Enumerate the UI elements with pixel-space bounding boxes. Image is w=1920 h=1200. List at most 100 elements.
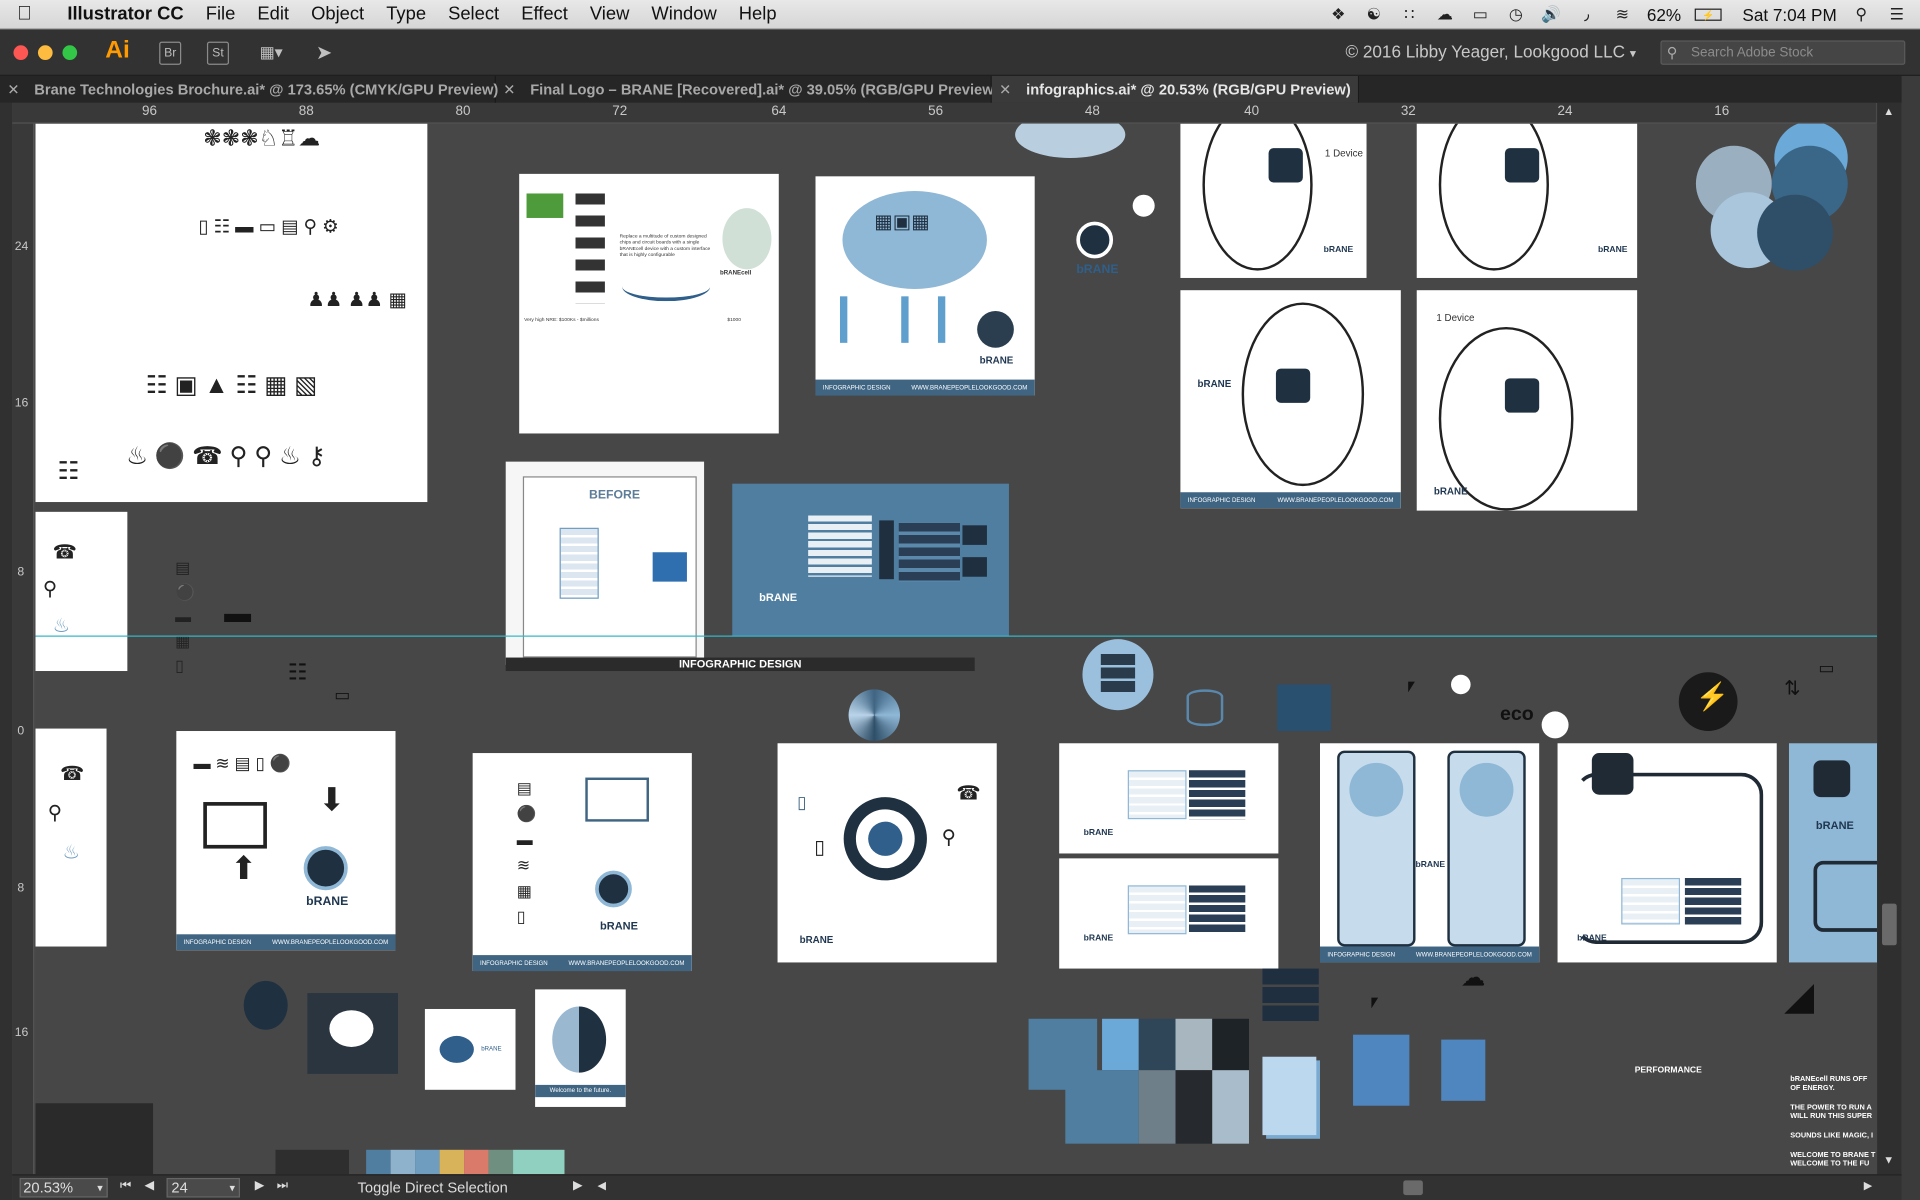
artboard-footer: INFOGRAPHIC DESIGN WWW.BRANEPEOPLELOOKGOO… — [1320, 946, 1540, 963]
dropbox-icon[interactable]: ❖ — [1327, 5, 1349, 23]
artboard-radiation-partial[interactable]: bRANE — [1788, 743, 1878, 963]
color-palette-strip — [366, 1149, 565, 1175]
artboard-device-1[interactable]: 1 Device bRANE — [1180, 123, 1367, 278]
time-machine-icon[interactable]: ◷ — [1505, 5, 1527, 23]
minimize-window-button[interactable] — [37, 45, 53, 61]
artboard-after-small-2[interactable]: bRANE — [1059, 858, 1279, 969]
first-artboard-icon[interactable]: ⏮ — [120, 1179, 131, 1192]
creative-cloud-icon[interactable]: ☯ — [1363, 5, 1385, 23]
wifi-icon[interactable]: ≋ — [1611, 5, 1633, 23]
artboard-canvas[interactable]: ❃❃❃♘♖☁ ▯ ☷ ▬ ▭ ▤ ⚲ ⚙ ♟♟ ♟♟ ▦ ☷ ▣ ▲ ☷ ▦ ▧… — [35, 123, 1878, 1175]
device-label: 1 Device — [1436, 312, 1475, 324]
arrange-documents-icon[interactable]: ▦▾ — [260, 43, 297, 63]
mac-menu-bar:  Illustrator CC File Edit Object Type S… — [0, 0, 1920, 30]
nre-price: $1000 — [727, 315, 741, 323]
vertical-ruler[interactable]: 24 16 8 0 8 16 — [12, 123, 35, 1175]
search-adobe-stock-input[interactable]: Search Adobe Stock — [1660, 40, 1906, 65]
artboard-device-2[interactable]: bRANE — [1416, 123, 1638, 278]
last-artboard-icon[interactable]: ⏭ — [277, 1179, 288, 1192]
before-box — [652, 552, 687, 582]
bluetooth-icon[interactable]: ٫ — [1576, 5, 1598, 23]
artboard-logo-light[interactable]: bRANE — [424, 1008, 516, 1090]
artboard-number-field[interactable]: 24 ▾ — [166, 1177, 241, 1198]
palette-swatch — [488, 1149, 514, 1175]
tab-final-logo[interactable]: ✕ Final Logo – BRANE [Recovered].ai* @ 39… — [496, 75, 999, 103]
satellite-icon: ♨ — [52, 615, 71, 637]
vertical-scrollbar[interactable]: ▲ ▼ — [1877, 102, 1902, 1175]
artboard-dark-partial[interactable] — [35, 1103, 154, 1175]
artboard-power-outlet[interactable]: bRANE — [1557, 743, 1777, 963]
palette-swatch — [464, 1149, 489, 1175]
current-tool-label[interactable]: Toggle Direct Selection — [358, 1179, 508, 1196]
scroll-left-icon[interactable]: ◀ — [598, 1179, 606, 1192]
artboard-welcome[interactable]: Welcome to the future. — [535, 989, 626, 1107]
scroll-thumb[interactable] — [1403, 1180, 1423, 1196]
artboard-before[interactable]: BEFORE — [505, 461, 705, 665]
menu-select[interactable]: Select — [437, 4, 510, 25]
stock-button[interactable]: St — [206, 41, 229, 65]
menu-edit[interactable]: Edit — [246, 4, 300, 25]
notification-center-icon[interactable]: ☰ — [1886, 5, 1908, 23]
icloud-icon[interactable]: ☁ — [1434, 5, 1456, 23]
close-tab-icon[interactable]: ✕ — [7, 81, 19, 98]
swatch-8 — [1175, 1070, 1213, 1144]
close-tab-icon[interactable]: ✕ — [999, 81, 1011, 98]
clock[interactable]: Sat 7:04 PM — [1735, 5, 1836, 25]
artboard-sensor-ring[interactable]: ▯ ☎ ⚲ ▯ bRANE — [777, 743, 997, 963]
artboard-after-small-1[interactable]: bRANE — [1059, 743, 1279, 854]
artboard-chip-comparison[interactable]: Replace a multitude of custom designed c… — [519, 173, 779, 434]
bridge-button[interactable]: Br — [159, 41, 182, 65]
dark-strip — [275, 1149, 349, 1175]
artboard-power-comparison[interactable]: bRANE INFOGRAPHIC DESIGN WWW.BRANEPEOPLEL… — [1320, 743, 1540, 963]
tab-brochure[interactable]: ✕ Brane Technologies Brochure.ai* @ 173.6… — [0, 75, 498, 103]
application-bar: Ai Br St ▦▾ ➤ © 2016 Libby Yeager, Lookg… — [0, 29, 1920, 76]
artboard-device-4[interactable]: 1 Device bRANE — [1416, 290, 1638, 511]
partial-circle-logo — [1015, 123, 1126, 158]
grid-dots-icon[interactable]: ∷ — [1398, 5, 1420, 23]
horizontal-scrollbar[interactable]: ◀ ▶ — [595, 1179, 1875, 1196]
gpu-performance-icon[interactable]: ➤ — [316, 40, 332, 64]
close-tab-icon[interactable]: ✕ — [503, 81, 515, 98]
brane-label: bRANE — [481, 1045, 502, 1054]
artboard-device-list[interactable]: ▤ ⚫ ▬ ≋ ▦ ▯ bRANE INFOGRAPHIC DESIGN WWW.BRANE… — [472, 753, 692, 972]
scroll-down-icon[interactable]: ▼ — [1883, 1153, 1894, 1165]
server-badge-right — [1459, 762, 1514, 817]
app-menu[interactable]: Illustrator CC — [43, 4, 195, 25]
apple-icon[interactable]:  — [0, 3, 43, 25]
spotlight-search-icon[interactable]: ⚲ — [1850, 5, 1872, 23]
artboard-cloud-infographic[interactable]: ▦▣▦ bRANE INFOGRAPHIC DESIGN WWW.BRANEPEO… — [815, 176, 1035, 396]
close-window-button[interactable] — [13, 45, 29, 61]
artboard-after-diagram[interactable]: bRANE — [732, 483, 1009, 636]
battery-percent[interactable]: 62% — [1647, 5, 1681, 25]
artboard-home-automation[interactable]: ▬ ≋ ▤ ▯ ⚫ ⬇ ⬆ bRANE INFOGRAPHIC DESIGN WW… — [176, 731, 396, 951]
status-menu-icon[interactable]: ▶ — [573, 1179, 582, 1192]
scroll-up-icon[interactable]: ▲ — [1883, 105, 1894, 117]
menu-window[interactable]: Window — [640, 4, 727, 25]
artboard-device-3[interactable]: bRANE INFOGRAPHIC DESIGN WWW.BRANEPEOPLEL… — [1180, 290, 1401, 509]
next-artboard-icon[interactable]: ▶ — [255, 1179, 264, 1192]
menu-effect[interactable]: Effect — [510, 4, 579, 25]
zoom-field[interactable]: 20.53% ▾ — [19, 1177, 108, 1198]
menu-help[interactable]: Help — [728, 4, 788, 25]
artboard-sensors-strip-2[interactable]: ☎ ⚲ ♨ — [35, 728, 107, 947]
menu-file[interactable]: File — [195, 4, 247, 25]
scroll-right-icon[interactable]: ▶ — [1864, 1179, 1872, 1192]
tab-infographics[interactable]: ✕ infographics.ai* @ 20.53% (RGB/GPU Prev… — [991, 75, 1360, 103]
menu-view[interactable]: View — [579, 4, 641, 25]
artboard-icon-sheet[interactable]: ❃❃❃♘♖☁ ▯ ☷ ▬ ▭ ▤ ⚲ ⚙ ♟♟ ♟♟ ▦ ☷ ▣ ▲ ☷ ▦ ▧… — [35, 123, 428, 503]
horizontal-ruler[interactable]: 96 88 80 72 64 56 48 40 32 24 16 — [12, 102, 1876, 124]
battery-icon[interactable]: ⚡ — [1694, 8, 1722, 21]
brain-outline — [1438, 326, 1574, 511]
dark-list — [1684, 877, 1742, 925]
maximize-window-button[interactable] — [62, 45, 78, 61]
airplay-icon[interactable]: ▭ — [1469, 5, 1491, 23]
artboard-sensors-strip[interactable]: ☎ ⚲ ♨ — [35, 511, 128, 672]
scroll-thumb[interactable] — [1882, 903, 1897, 946]
menu-object[interactable]: Object — [300, 4, 375, 25]
workspace-switcher[interactable]: © 2016 Libby Yeager, Lookgood LLC ▾ — [1345, 42, 1635, 62]
menu-type[interactable]: Type — [375, 4, 437, 25]
artboard-logo-dark[interactable] — [307, 993, 398, 1074]
volume-icon[interactable]: 🔊 — [1540, 5, 1562, 23]
previous-artboard-icon[interactable]: ◀ — [144, 1179, 153, 1192]
sensor-icons-around: ▯ — [797, 792, 807, 812]
